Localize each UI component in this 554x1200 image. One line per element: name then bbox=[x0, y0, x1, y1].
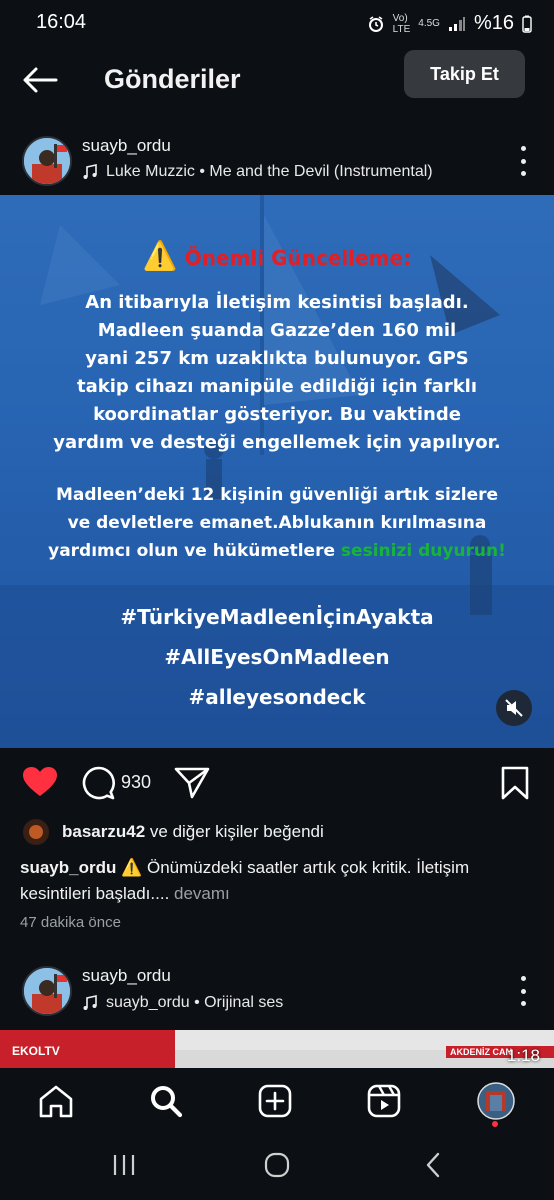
battery-percent: %16 bbox=[473, 12, 514, 34]
mute-button[interactable] bbox=[496, 690, 532, 726]
avatar[interactable] bbox=[22, 136, 72, 186]
music-note-icon bbox=[83, 164, 97, 179]
more-options-icon[interactable] bbox=[518, 976, 528, 1006]
video-duration: 1:18 bbox=[506, 1046, 540, 1065]
system-back-icon[interactable] bbox=[424, 1152, 442, 1178]
warning-icon: ⚠️ bbox=[142, 239, 178, 272]
post-caption[interactable]: suayb_ordu ⚠️ Önümüzdeki saatler artık ç… bbox=[20, 855, 540, 907]
liker-avatar[interactable] bbox=[22, 818, 50, 846]
more-options-icon[interactable] bbox=[518, 146, 528, 176]
audio-label: suayb_ordu • Orijinal ses bbox=[106, 994, 284, 1011]
post-media[interactable]: ⚠️ Önemli Güncelleme: An itibarıyla İlet… bbox=[0, 195, 554, 748]
image-paragraph-1: An itibarıyla İletişim kesintisi başladı… bbox=[53, 292, 501, 453]
page-title: Gönderiler bbox=[104, 64, 241, 94]
image-heading: ⚠️ Önemli Güncelleme: bbox=[142, 239, 412, 272]
heart-liked-icon[interactable] bbox=[22, 766, 58, 798]
avatar-image bbox=[24, 968, 70, 1014]
caption-more-link[interactable]: devamı bbox=[169, 884, 230, 903]
create-post-icon[interactable] bbox=[258, 1084, 292, 1118]
avatar[interactable] bbox=[22, 966, 72, 1016]
music-note-icon bbox=[83, 995, 97, 1010]
recent-apps-icon[interactable] bbox=[112, 1154, 136, 1176]
post-audio[interactable]: Luke Muzzic • Me and the Devil (Instrume… bbox=[82, 163, 433, 181]
network-gen: 4.5G bbox=[418, 18, 440, 29]
signal-icon bbox=[448, 16, 465, 31]
post-media-preview[interactable]: EKOLTV AKDENİZ CAN 1:18 bbox=[0, 1030, 554, 1070]
speaker-muted-icon bbox=[505, 699, 523, 717]
bookmark-icon[interactable] bbox=[500, 766, 530, 800]
post-timestamp: 47 dakika önce bbox=[20, 914, 121, 931]
bottom-nav bbox=[0, 1068, 554, 1134]
caption-username[interactable]: suayb_ordu bbox=[20, 858, 116, 877]
channel-logo: EKOLTV bbox=[12, 1044, 60, 1058]
alarm-icon bbox=[368, 15, 383, 32]
volte-indicator: Vo) LTE bbox=[392, 12, 411, 35]
notification-dot bbox=[492, 1121, 499, 1127]
profile-tab[interactable] bbox=[476, 1081, 516, 1127]
status-bar: 16:04 Vo) LTE 4.5G %16 bbox=[0, 0, 554, 44]
status-time: 16:04 bbox=[36, 11, 87, 33]
image-paragraph-2: Madleen’deki 12 kişinin güvenliği artık … bbox=[48, 485, 506, 561]
comment-count[interactable]: 930 bbox=[121, 772, 151, 793]
home-button-icon[interactable] bbox=[264, 1152, 290, 1178]
profile-avatar-icon bbox=[477, 1082, 516, 1120]
post-username[interactable]: suayb_ordu bbox=[82, 136, 171, 156]
post-actions: 930 bbox=[0, 752, 554, 810]
system-nav-bar bbox=[0, 1134, 554, 1200]
share-icon[interactable] bbox=[174, 766, 210, 800]
audio-label: Luke Muzzic • Me and the Devil (Instrume… bbox=[106, 163, 433, 180]
comment-icon[interactable] bbox=[82, 766, 116, 800]
avatar-image bbox=[24, 138, 70, 184]
status-icons: Vo) LTE 4.5G %16 bbox=[367, 12, 532, 35]
image-hashtags: #TürkiyeMadleenİçinAyakta #AllEyesOnMadl… bbox=[120, 605, 434, 709]
reels-icon[interactable] bbox=[367, 1084, 401, 1118]
post-audio[interactable]: suayb_ordu • Orijinal ses bbox=[82, 994, 283, 1012]
post-username[interactable]: suayb_ordu bbox=[82, 966, 171, 986]
battery-icon bbox=[522, 15, 532, 33]
back-arrow-icon[interactable] bbox=[20, 64, 60, 96]
home-icon[interactable] bbox=[38, 1084, 74, 1118]
search-icon[interactable] bbox=[149, 1084, 183, 1118]
follow-button[interactable]: Takip Et bbox=[404, 50, 525, 98]
likes-summary[interactable]: basarzu42 ve diğer kişiler beğendi bbox=[62, 822, 324, 842]
